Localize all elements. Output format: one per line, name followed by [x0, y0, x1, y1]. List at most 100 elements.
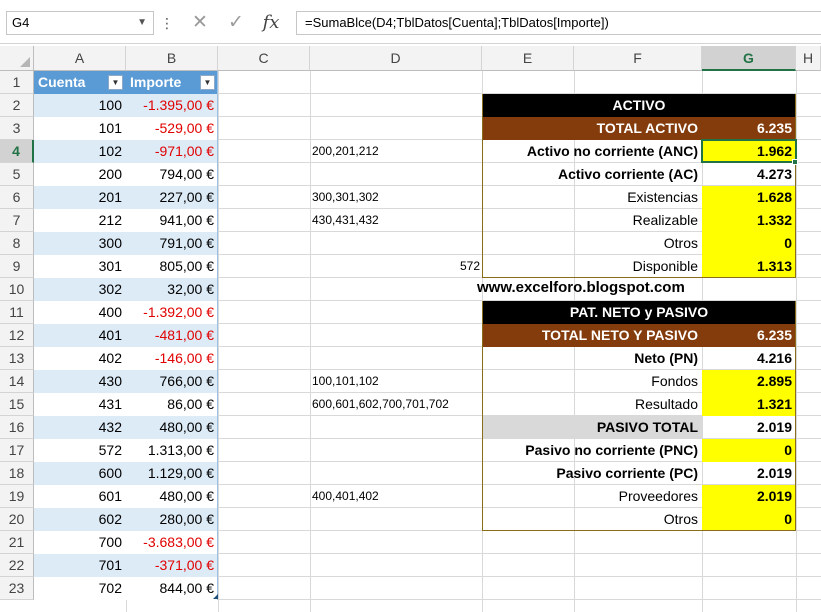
- table-cell-cuenta[interactable]: 102: [34, 140, 126, 163]
- table-cell-importe[interactable]: -146,00 €: [126, 347, 218, 370]
- pasivo-row-label[interactable]: Neto (PN): [482, 347, 702, 370]
- select-all-corner[interactable]: [0, 46, 34, 71]
- row-header-16[interactable]: 16: [0, 416, 34, 439]
- filter-dropdown-icon[interactable]: ▼: [108, 75, 123, 90]
- column-header-b[interactable]: B: [126, 46, 218, 71]
- pasivo-row-label[interactable]: Proveedores: [482, 485, 702, 508]
- column-header-h[interactable]: H: [796, 46, 821, 71]
- pasivo-row-label[interactable]: Pasivo no corriente (PNC): [482, 439, 702, 462]
- activo-row-value[interactable]: 6.235: [702, 117, 796, 140]
- row-header-12[interactable]: 12: [0, 324, 34, 347]
- row-header-17[interactable]: 17: [0, 439, 34, 462]
- pasivo-row-value[interactable]: 4.216: [702, 347, 796, 370]
- table-cell-importe[interactable]: -1.395,00 €: [126, 94, 218, 117]
- row-header-5[interactable]: 5: [0, 163, 34, 186]
- table-cell-importe[interactable]: 480,00 €: [126, 416, 218, 439]
- table-cell-cuenta[interactable]: 400: [34, 301, 126, 324]
- table-cell-importe[interactable]: -971,00 €: [126, 140, 218, 163]
- table-cell-cuenta[interactable]: 402: [34, 347, 126, 370]
- row-header-11[interactable]: 11: [0, 301, 34, 324]
- activo-row-label[interactable]: Activo corriente (AC): [482, 163, 702, 186]
- row-header-9[interactable]: 9: [0, 255, 34, 278]
- table-cell-cuenta[interactable]: 701: [34, 554, 126, 577]
- activo-row-value[interactable]: 1.313: [702, 255, 796, 278]
- filter-dropdown-icon[interactable]: ▼: [200, 75, 215, 90]
- table-cell-importe[interactable]: 794,00 €: [126, 163, 218, 186]
- table-cell-cuenta[interactable]: 700: [34, 531, 126, 554]
- table-cell-importe[interactable]: 227,00 €: [126, 186, 218, 209]
- row-header-2[interactable]: 2: [0, 94, 34, 117]
- criteria-cell[interactable]: 200,201,212: [310, 140, 482, 163]
- row-header-18[interactable]: 18: [0, 462, 34, 485]
- table-cell-cuenta[interactable]: 401: [34, 324, 126, 347]
- activo-row-value[interactable]: 1.628: [702, 186, 796, 209]
- table-cell-cuenta[interactable]: 100: [34, 94, 126, 117]
- pasivo-row-label[interactable]: PASIVO TOTAL: [482, 416, 702, 439]
- table-cell-cuenta[interactable]: 430: [34, 370, 126, 393]
- fill-handle[interactable]: [792, 159, 798, 165]
- row-header-23[interactable]: 23: [0, 577, 34, 600]
- active-cell-selection[interactable]: [701, 139, 797, 163]
- name-box[interactable]: G4 ▼: [6, 11, 154, 35]
- pasivo-row-value[interactable]: 0: [702, 439, 796, 462]
- table-cell-importe[interactable]: 480,00 €: [126, 485, 218, 508]
- activo-row-label[interactable]: Existencias: [482, 186, 702, 209]
- pasivo-row-value[interactable]: 2.019: [702, 416, 796, 439]
- enter-icon[interactable]: ✓: [224, 12, 248, 34]
- row-header-13[interactable]: 13: [0, 347, 34, 370]
- column-header-f[interactable]: F: [574, 46, 702, 71]
- table-cell-importe[interactable]: 805,00 €: [126, 255, 218, 278]
- insert-function-icon[interactable]: fx: [258, 12, 284, 34]
- pasivo-row-value[interactable]: 2.019: [702, 462, 796, 485]
- table-cell-importe[interactable]: -3.683,00 €: [126, 531, 218, 554]
- table-cell-cuenta[interactable]: 601: [34, 485, 126, 508]
- pasivo-row-value[interactable]: 2.895: [702, 370, 796, 393]
- row-header-10[interactable]: 10: [0, 278, 34, 301]
- row-header-1[interactable]: 1: [0, 71, 34, 94]
- row-header-8[interactable]: 8: [0, 232, 34, 255]
- table-cell-importe[interactable]: 766,00 €: [126, 370, 218, 393]
- table-cell-importe[interactable]: 791,00 €: [126, 232, 218, 255]
- table-cell-cuenta[interactable]: 602: [34, 508, 126, 531]
- table-header-importe[interactable]: Importe ▼: [126, 71, 218, 94]
- table-header-cuenta[interactable]: Cuenta ▼: [34, 71, 126, 94]
- column-header-g[interactable]: G: [702, 46, 796, 71]
- chevron-down-icon[interactable]: ▼: [137, 12, 147, 34]
- column-header-c[interactable]: C: [218, 46, 310, 71]
- table-cell-importe[interactable]: 280,00 €: [126, 508, 218, 531]
- column-header-e[interactable]: E: [482, 46, 574, 71]
- table-cell-cuenta[interactable]: 301: [34, 255, 126, 278]
- pasivo-row-label[interactable]: Pasivo corriente (PC): [482, 462, 702, 485]
- row-header-6[interactable]: 6: [0, 186, 34, 209]
- formula-input[interactable]: =SumaBlce(D4;TblDatos[Cuenta];TblDatos[I…: [296, 11, 821, 35]
- table-cell-importe[interactable]: 1.313,00 €: [126, 439, 218, 462]
- row-header-4[interactable]: 4: [0, 140, 34, 163]
- row-header-20[interactable]: 20: [0, 508, 34, 531]
- table-cell-cuenta[interactable]: 212: [34, 209, 126, 232]
- table-cell-cuenta[interactable]: 302: [34, 278, 126, 301]
- pasivo-row-value[interactable]: 0: [702, 508, 796, 531]
- table-resize-handle-icon[interactable]: [213, 594, 218, 599]
- column-header-a[interactable]: A: [34, 46, 126, 71]
- activo-row-label[interactable]: Realizable: [482, 209, 702, 232]
- row-header-14[interactable]: 14: [0, 370, 34, 393]
- table-cell-cuenta[interactable]: 300: [34, 232, 126, 255]
- pasivo-row-value[interactable]: 6.235: [702, 324, 796, 347]
- activo-row-label[interactable]: Disponible: [482, 255, 702, 278]
- pasivo-row-value[interactable]: 2.019: [702, 485, 796, 508]
- table-cell-cuenta[interactable]: 431: [34, 393, 126, 416]
- criteria-cell[interactable]: 430,431,432: [310, 209, 482, 232]
- table-cell-importe[interactable]: -529,00 €: [126, 117, 218, 140]
- pasivo-row-label[interactable]: Otros: [482, 508, 702, 531]
- table-cell-cuenta[interactable]: 432: [34, 416, 126, 439]
- activo-row-label[interactable]: Otros: [482, 232, 702, 255]
- table-cell-cuenta[interactable]: 201: [34, 186, 126, 209]
- pasivo-section-title[interactable]: PAT. NETO y PASIVO: [482, 301, 796, 324]
- row-header-19[interactable]: 19: [0, 485, 34, 508]
- activo-row-label[interactable]: Activo no corriente (ANC): [482, 140, 702, 163]
- table-cell-cuenta[interactable]: 200: [34, 163, 126, 186]
- cancel-icon[interactable]: ✕: [188, 12, 212, 34]
- pasivo-row-label[interactable]: Fondos: [482, 370, 702, 393]
- pasivo-row-value[interactable]: 1.321: [702, 393, 796, 416]
- row-header-21[interactable]: 21: [0, 531, 34, 554]
